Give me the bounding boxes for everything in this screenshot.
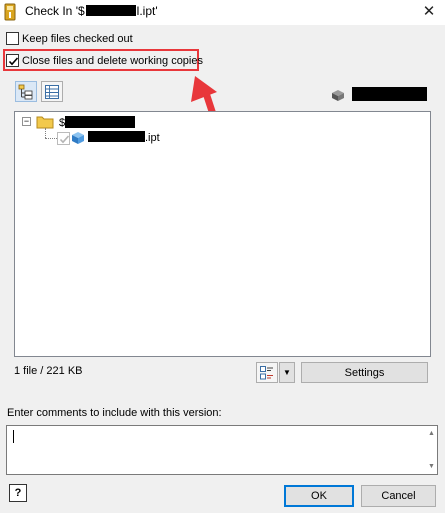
ok-button[interactable]: OK [284, 485, 354, 507]
title-prefix: Check In '$ [25, 4, 85, 18]
scroll-up-arrow-icon[interactable]: ▲ [426, 428, 437, 439]
keep-files-checked-out-checkbox[interactable] [6, 32, 19, 45]
file-checkbox[interactable] [57, 132, 70, 145]
options-dropdown-button[interactable]: ▼ [279, 362, 295, 383]
close-files-option[interactable]: Close files and delete working copies [6, 54, 203, 67]
settings-button[interactable]: Settings [301, 362, 428, 383]
close-files-checkbox[interactable] [6, 54, 19, 67]
help-button[interactable]: ? [9, 484, 27, 502]
keep-files-checked-out-label: Keep files checked out [22, 32, 133, 45]
keep-files-checked-out-option[interactable]: Keep files checked out [6, 32, 133, 45]
redacted-folder-name [65, 116, 136, 128]
redacted-file-name [88, 131, 145, 142]
file-summary: 1 file / 221 KB [14, 365, 83, 377]
comments-input[interactable] [6, 425, 438, 475]
tree-file-label: .ipt [145, 132, 160, 144]
tree-connector-line [45, 128, 46, 138]
redacted-filename [85, 5, 136, 16]
tree-view-button[interactable] [15, 81, 37, 102]
close-button[interactable]: ✕ [421, 4, 437, 20]
redacted-server-name [352, 87, 427, 101]
vault-server-icon [330, 88, 346, 102]
check-in-options-button[interactable] [256, 362, 278, 383]
list-view-icon [45, 85, 59, 99]
title-suffix: l.ipt' [136, 4, 158, 18]
list-view-button[interactable] [41, 81, 63, 102]
scroll-down-arrow-icon[interactable]: ▼ [426, 461, 437, 472]
tree-root-item[interactable]: $ [59, 116, 136, 129]
tree-file-item[interactable]: .ipt [88, 131, 160, 144]
tree-connector-line [45, 138, 57, 139]
settings-list-icon [260, 366, 273, 380]
close-files-label: Close files and delete working copies [22, 54, 203, 67]
text-caret [13, 430, 14, 443]
folder-icon [36, 116, 54, 129]
comments-label: Enter comments to include with this vers… [7, 407, 222, 419]
part-file-icon [72, 132, 84, 144]
file-tree-panel[interactable] [14, 111, 431, 357]
tree-collapse-toggle[interactable]: − [22, 117, 31, 126]
inventor-vault-icon [4, 3, 16, 21]
cancel-button[interactable]: Cancel [361, 485, 436, 507]
window-title: Check In '$ l.ipt' [25, 4, 158, 18]
tree-view-icon [18, 84, 33, 100]
